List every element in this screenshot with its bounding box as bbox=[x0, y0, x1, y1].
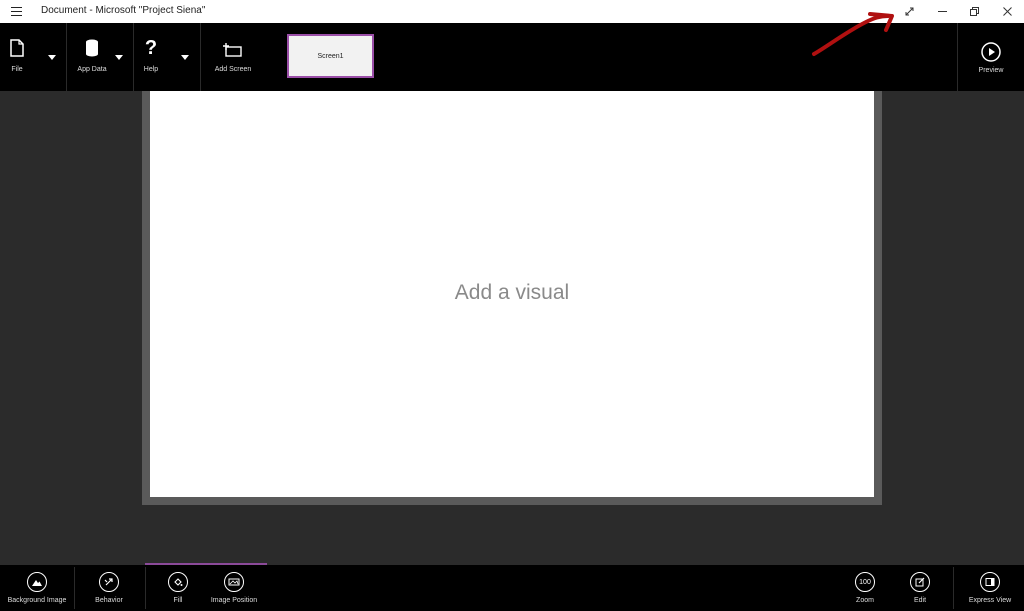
zoom-label: Zoom bbox=[856, 597, 874, 604]
express-view-icon bbox=[985, 578, 995, 586]
edit-button[interactable]: Edit bbox=[897, 565, 943, 611]
hamburger-icon[interactable] bbox=[11, 7, 22, 16]
zoom-level: 100 bbox=[855, 572, 875, 592]
fill-label: Fill bbox=[173, 597, 183, 604]
edit-icon bbox=[915, 577, 925, 587]
screen-thumbnail-label: Screen1 bbox=[317, 52, 344, 60]
app-data-button[interactable]: App Data bbox=[70, 23, 114, 91]
play-circle-icon bbox=[981, 42, 1001, 62]
behavior-label: Behavior bbox=[95, 597, 123, 604]
bottom-command-bar: Background Image Behavior Fill Image Pos… bbox=[0, 565, 1024, 611]
preview-label: Preview bbox=[978, 67, 1004, 74]
close-button[interactable] bbox=[991, 0, 1024, 23]
help-button[interactable]: ? Help bbox=[134, 23, 168, 91]
minimize-icon bbox=[938, 11, 947, 12]
add-visual-placeholder[interactable]: Add a visual bbox=[150, 281, 874, 305]
file-dropdown-icon[interactable] bbox=[48, 55, 56, 60]
app-data-dropdown-icon[interactable] bbox=[115, 55, 123, 60]
restore-button[interactable] bbox=[958, 0, 991, 23]
bottom-divider bbox=[74, 567, 75, 609]
ribbon-divider bbox=[66, 23, 67, 91]
minimize-button[interactable] bbox=[926, 0, 959, 23]
bottom-divider bbox=[953, 567, 954, 609]
add-screen-label: Add Screen bbox=[214, 66, 252, 73]
close-icon bbox=[1003, 7, 1012, 16]
bottom-divider bbox=[145, 567, 146, 609]
preview-button[interactable]: Preview bbox=[962, 23, 1020, 91]
image-position-label: Image Position bbox=[210, 597, 258, 604]
help-dropdown-icon[interactable] bbox=[181, 55, 189, 60]
paint-bucket-icon bbox=[174, 578, 183, 586]
file-icon bbox=[10, 39, 24, 57]
app-data-label: App Data bbox=[77, 66, 107, 73]
database-icon bbox=[86, 39, 98, 57]
restore-icon bbox=[970, 7, 979, 16]
help-label: Help bbox=[143, 66, 159, 73]
behavior-button[interactable]: Behavior bbox=[80, 565, 138, 611]
ribbon-divider bbox=[957, 23, 958, 91]
file-label: File bbox=[11, 66, 23, 73]
mountain-icon bbox=[32, 580, 42, 586]
background-image-button[interactable]: Background Image bbox=[0, 565, 74, 611]
image-position-button[interactable]: Image Position bbox=[204, 565, 264, 611]
express-view-button[interactable]: Express View bbox=[960, 565, 1020, 611]
express-view-label: Express View bbox=[968, 597, 1012, 604]
add-screen-icon bbox=[223, 43, 242, 57]
question-icon: ? bbox=[144, 37, 158, 59]
file-button[interactable]: File bbox=[0, 23, 34, 91]
image-position-icon bbox=[228, 578, 240, 586]
annotation-arrow-icon bbox=[812, 12, 894, 56]
design-canvas[interactable]: Add a visual bbox=[150, 91, 874, 497]
add-screen-button[interactable]: Add Screen bbox=[208, 23, 258, 91]
behavior-icon bbox=[104, 578, 113, 586]
screen-thumbnail[interactable]: Screen1 bbox=[287, 34, 374, 78]
window-title: Document - Microsoft "Project Siena" bbox=[41, 5, 206, 16]
zoom-button[interactable]: 100 Zoom bbox=[842, 565, 888, 611]
background-image-label: Background Image bbox=[7, 597, 67, 604]
edit-label: Edit bbox=[913, 597, 927, 604]
ribbon-divider bbox=[200, 23, 201, 91]
fill-button[interactable]: Fill bbox=[150, 565, 206, 611]
